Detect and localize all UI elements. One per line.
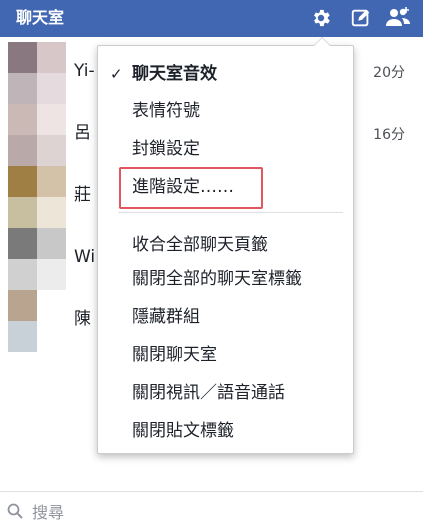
search-input[interactable] — [30, 497, 394, 527]
contact-name: Yi- — [74, 61, 95, 81]
avatar-pixel — [37, 104, 66, 135]
gear-icon[interactable] — [307, 4, 335, 32]
menu-item-label: 聊天室音效 — [132, 64, 217, 84]
menu-item-label: 關閉貼文標籤 — [132, 421, 234, 441]
menu-item-chat-sounds[interactable]: ✓ 聊天室音效 — [98, 61, 353, 87]
avatar-pixel — [8, 104, 37, 135]
avatar-pixel — [37, 321, 66, 352]
contact-time: 16分 — [373, 127, 405, 143]
menu-item-close-all-chat-tabs[interactable]: 關閉全部的聊天室標籤 — [98, 266, 353, 292]
avatar — [8, 104, 66, 166]
contact-time: 20分 — [373, 65, 405, 81]
avatar-pixel — [37, 73, 66, 104]
menu-item-label: 收合全部聊天頁籤 — [132, 235, 268, 255]
contact-name: 呂 — [74, 123, 91, 143]
avatar — [8, 228, 66, 290]
chat-header: 聊天室 — [0, 0, 423, 37]
menu-item-label: 表情符號 — [132, 101, 200, 121]
menu-item-close-post-tabs[interactable]: 關閉貼文標籤 — [98, 418, 353, 444]
avatar-pixel — [8, 135, 37, 166]
settings-menu: ✓ 聊天室音效 表情符號 封鎖設定 進階設定…… 收合全部聊天頁籤 關閉全部的聊… — [97, 37, 354, 454]
avatar-pixel — [8, 228, 37, 259]
avatar-pixel — [8, 73, 37, 104]
avatar-pixel — [37, 135, 66, 166]
menu-item-label: 進階設定…… — [132, 177, 234, 197]
contact-name: Wi — [74, 247, 96, 267]
menu-item-turn-off-chat[interactable]: 關閉聊天室 — [98, 342, 353, 368]
chat-title: 聊天室 — [16, 8, 65, 27]
search-icon — [7, 503, 23, 523]
checkmark-icon: ✓ — [110, 65, 123, 83]
avatar-pixel — [8, 259, 37, 290]
avatar-pixel — [8, 197, 37, 228]
menu-item-block-settings[interactable]: 封鎖設定 — [98, 136, 353, 162]
menu-item-emoji[interactable]: 表情符號 — [98, 98, 353, 124]
avatar-pixel — [8, 321, 37, 352]
avatar — [8, 42, 66, 104]
menu-item-turn-off-calls[interactable]: 關閉視訊／語音通話 — [98, 380, 353, 406]
avatar-pixel — [37, 42, 66, 73]
avatar-pixel — [37, 166, 66, 197]
avatar-pixel — [37, 197, 66, 228]
menu-item-label: 關閉全部的聊天室標籤 — [132, 269, 302, 289]
avatar-pixel — [37, 290, 66, 321]
contact-name: 莊 — [74, 185, 91, 205]
avatar-pixel — [8, 166, 37, 197]
menu-item-collapse-tabs[interactable]: 收合全部聊天頁籤 — [98, 232, 353, 258]
group-icon[interactable] — [384, 4, 412, 32]
menu-item-label: 隱藏群組 — [132, 307, 200, 327]
menu-item-label: 關閉視訊／語音通話 — [132, 383, 285, 403]
compose-icon[interactable] — [347, 4, 375, 32]
avatar-pixel — [8, 290, 37, 321]
avatar-pixel — [8, 42, 37, 73]
search-bar — [0, 491, 423, 532]
menu-separator — [118, 212, 343, 213]
avatar-pixel — [37, 228, 66, 259]
avatar — [8, 290, 66, 352]
menu-item-label: 關閉聊天室 — [132, 345, 217, 365]
menu-item-advanced-settings[interactable]: 進階設定…… — [98, 174, 353, 200]
avatar — [8, 166, 66, 228]
avatar-pixel — [37, 259, 66, 290]
menu-caret-inner — [314, 38, 330, 46]
menu-item-hide-groups[interactable]: 隱藏群組 — [98, 304, 353, 330]
contact-name: 陳 — [74, 309, 91, 329]
menu-item-label: 封鎖設定 — [132, 139, 200, 159]
